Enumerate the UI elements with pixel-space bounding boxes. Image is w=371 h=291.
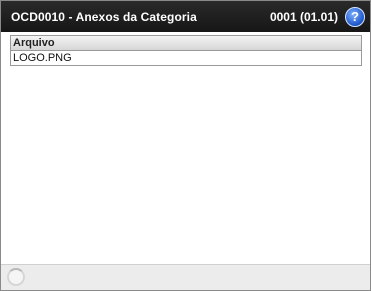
loading-spinner-icon <box>7 268 25 286</box>
title-bar: OCD0010 - Anexos da Categoria 0001 (01.0… <box>1 1 370 32</box>
table-row[interactable]: LOGO.PNG <box>11 51 361 65</box>
attachments-table: Arquivo LOGO.PNG <box>10 35 362 66</box>
status-footer <box>1 264 370 290</box>
column-header-arquivo[interactable]: Arquivo <box>11 36 361 51</box>
window-title: OCD0010 - Anexos da Categoria <box>11 10 197 24</box>
version-label: 0001 (01.01) <box>269 10 338 24</box>
help-icon[interactable]: ? <box>345 7 365 27</box>
dialog-window: OCD0010 - Anexos da Categoria 0001 (01.0… <box>0 0 371 291</box>
